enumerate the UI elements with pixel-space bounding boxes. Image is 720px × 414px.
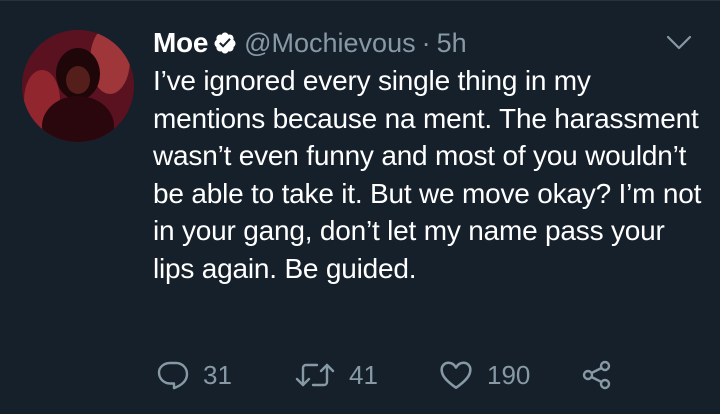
tweet-content: Moe @Mochievous · 5h I’ve ignored every … <box>153 24 703 287</box>
chevron-down-icon[interactable] <box>666 34 692 52</box>
user-handle[interactable]: @Mochievous <box>244 28 415 59</box>
verified-badge-icon <box>213 31 237 55</box>
like-count: 190 <box>487 359 531 390</box>
display-name[interactable]: Moe <box>153 27 208 59</box>
reply-button[interactable]: 31 <box>157 359 295 391</box>
share-icon <box>581 359 613 391</box>
avatar[interactable] <box>22 30 134 142</box>
tweet-card[interactable]: Moe @Mochievous · 5h I’ve ignored every … <box>0 0 720 414</box>
reply-icon <box>157 359 189 391</box>
retweet-icon <box>295 359 335 391</box>
share-button[interactable] <box>581 359 613 391</box>
divider <box>0 0 720 1</box>
avatar-image <box>22 30 134 142</box>
retweet-button[interactable]: 41 <box>295 359 439 391</box>
timestamp[interactable]: 5h <box>437 28 467 59</box>
tweet-header: Moe @Mochievous · 5h <box>153 24 703 62</box>
heart-icon <box>439 358 473 392</box>
tweet-actions: 31 41 190 <box>157 355 613 395</box>
reply-count: 31 <box>203 359 232 390</box>
tweet-text: I’ve ignored every single thing in my me… <box>153 65 702 284</box>
retweet-count: 41 <box>349 359 378 390</box>
like-button[interactable]: 190 <box>439 358 581 392</box>
separator-dot: · <box>421 27 431 58</box>
